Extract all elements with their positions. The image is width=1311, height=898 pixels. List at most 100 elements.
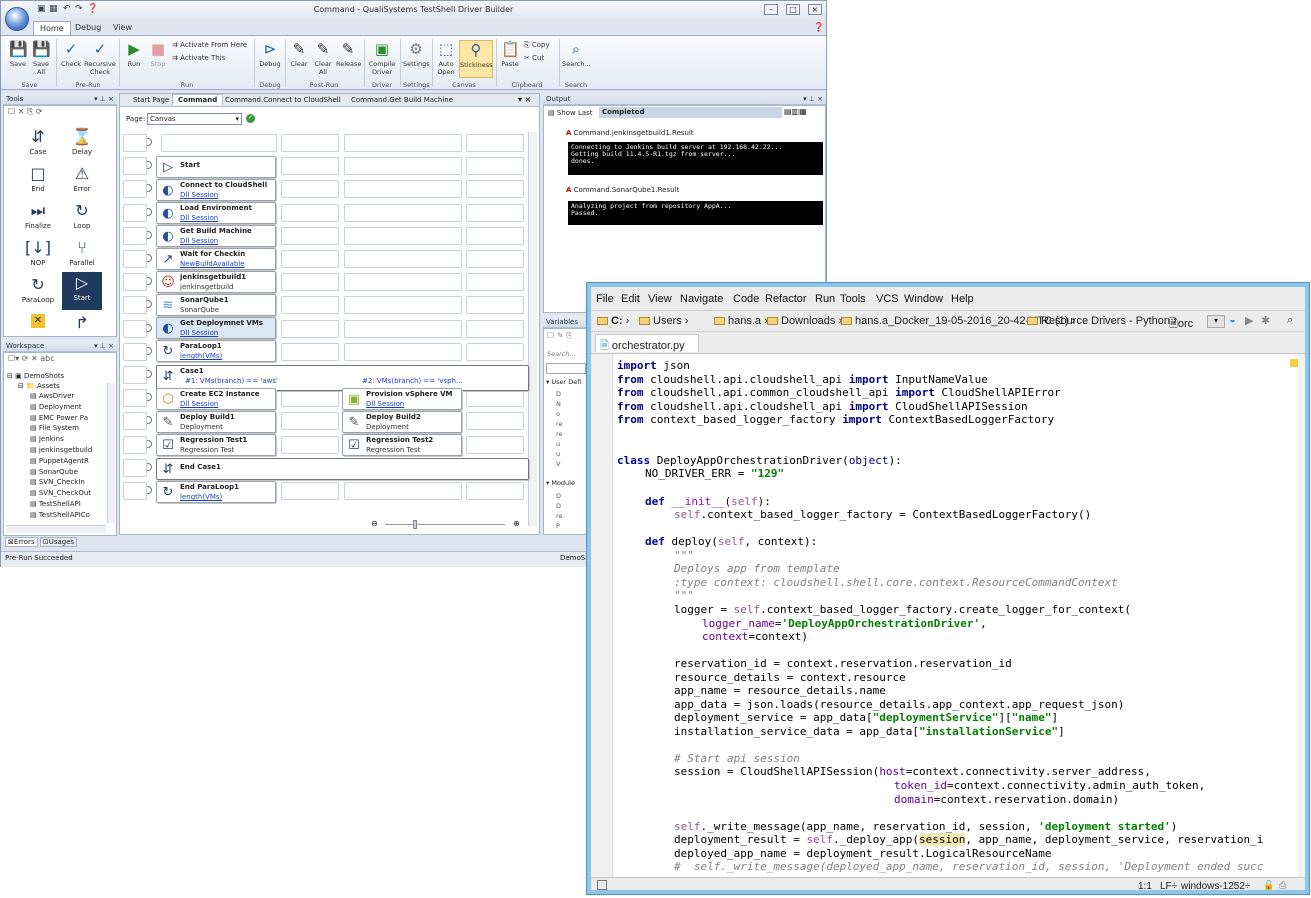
save-button[interactable]: 💾 Save	[7, 40, 29, 68]
canvas-cell[interactable]	[281, 226, 339, 245]
activity-sub[interactable]: length(VMs)	[180, 352, 222, 360]
menu-window[interactable]: Window	[904, 293, 943, 305]
activity-start[interactable]: ▷ Start	[156, 156, 276, 178]
python-icon[interactable]: ◒	[1229, 314, 1236, 326]
canvas-cell[interactable]	[466, 273, 524, 292]
workspace-item[interactable]: ▤ Jenkins	[30, 435, 64, 443]
workspace-item[interactable]: ▤ PuppetAgentR	[30, 457, 89, 465]
canvas-cell[interactable]	[281, 134, 339, 152]
canvas-cell[interactable]	[281, 203, 339, 222]
menu-view[interactable]: View	[648, 293, 672, 305]
canvas-cell[interactable]	[281, 250, 339, 268]
zoom-in-icon[interactable]: ⊕	[513, 519, 520, 528]
canvas-cell[interactable]	[123, 412, 147, 431]
canvas-cell[interactable]	[281, 435, 339, 454]
activity-jenkins[interactable]: ☺ jenkinsgetbuild1 jenkinsgetbuild	[156, 271, 276, 293]
canvas-cell[interactable]	[466, 180, 524, 199]
tree-root[interactable]: ⊟ ▣ DemoShots	[7, 372, 64, 380]
line-separator[interactable]: LF÷	[1160, 881, 1177, 892]
zoom-out-icon[interactable]: ⊖	[371, 519, 378, 528]
activity-sonarqube[interactable]: ≋ SonarQube1 SonarQube	[156, 294, 276, 316]
user-defined-group[interactable]: ▾ User Defi	[546, 378, 581, 386]
compile-driver-button[interactable]: ▣ Compile Driver	[367, 40, 397, 76]
activity-deploy-build2[interactable]: ✎ Deploy Build2 Deployment	[342, 411, 462, 433]
canvas-cell[interactable]	[344, 273, 462, 292]
case-condition-2[interactable]: #2: VMs(branch) == 'vsph...	[362, 377, 463, 385]
menu-edit[interactable]: Edit	[621, 293, 640, 305]
workspace-item[interactable]: ▤ SVN_CheckOut	[30, 489, 91, 497]
canvas-cell[interactable]	[466, 157, 524, 176]
page-select[interactable]: Canvas ▾	[147, 113, 242, 125]
inspection-marker[interactable]	[1290, 359, 1298, 367]
file-encoding[interactable]: windows-1252÷	[1181, 881, 1250, 892]
tool-error[interactable]: ⚠ Error	[62, 163, 102, 193]
case-condition-1[interactable]: #1: VMs(branch) == 'aws'	[185, 377, 278, 385]
activity-deploy-build1[interactable]: ✎ Deploy Build1 Deployment	[156, 411, 276, 433]
maximize-button[interactable]: □	[786, 4, 800, 15]
refresh-icon[interactable]: ✓	[246, 114, 255, 123]
activity-get-deployment-vms[interactable]: ◐ Get Deploymnet VMs Dll Session	[156, 317, 276, 339]
canvas-cell[interactable]	[123, 389, 147, 408]
stickiness-button[interactable]: ⚲ Stickiness	[459, 40, 493, 78]
help-icon[interactable]: ❓	[813, 23, 824, 33]
canvas-cell[interactable]	[344, 342, 462, 361]
cut-button[interactable]: ✂ Cut	[524, 54, 544, 62]
code-editor[interactable]: import json from cloudshell.api.cloudshe…	[591, 353, 1305, 878]
menu-vcs[interactable]: VCS	[876, 293, 899, 305]
canvas-cell[interactable]	[466, 435, 524, 454]
scrollbar[interactable]	[1298, 354, 1305, 878]
tab-home[interactable]: Home	[33, 21, 71, 35]
doc-tab-connect[interactable]: Command.Connect to CloudShell	[220, 95, 346, 105]
tool-end[interactable]: □ End	[18, 163, 58, 193]
canvas-cell[interactable]	[344, 134, 462, 152]
canvas-cell[interactable]	[123, 366, 147, 384]
canvas-cell[interactable]	[344, 296, 462, 315]
clear-button[interactable]: ✎ Clear	[288, 40, 310, 68]
activity-wait-checkin[interactable]: ↗ Wait for Checkin NewBuildAvailable	[156, 248, 276, 270]
activity-sub[interactable]: Dll Session	[180, 329, 218, 337]
tab-errors[interactable]: ⊠Errors	[5, 537, 38, 547]
search-icon[interactable]: ⌕	[1287, 314, 1293, 327]
canvas-cell[interactable]	[281, 180, 339, 199]
editor-tab[interactable]: 🗎 orchestrator.py ×	[595, 334, 699, 368]
pin-icon[interactable]: ▾ ⊥ ×	[94, 342, 114, 350]
output-view-icons[interactable]: ▤▥▦	[784, 107, 807, 116]
zoom-slider[interactable]: ⊖ ⊕	[371, 519, 521, 530]
breadcrumb-orc[interactable]: 🗎orc	[1169, 315, 1193, 334]
canvas-cell[interactable]	[466, 319, 524, 338]
canvas-cell[interactable]	[123, 273, 147, 292]
tool-case[interactable]: ⇵ Case	[18, 126, 58, 156]
canvas-cell[interactable]	[466, 250, 524, 268]
menu-file[interactable]: File	[596, 293, 614, 305]
tool-window-icon[interactable]	[597, 880, 607, 890]
variables-search[interactable]: Search...	[547, 350, 576, 358]
breadcrumb-resource-drivers[interactable]: Resource Drivers - Python ›	[1027, 315, 1177, 327]
close-doc-icon[interactable]: ▾ ×	[518, 95, 531, 104]
activity-sub[interactable]: NewBuildAvailable	[180, 260, 245, 268]
canvas-cell[interactable]	[466, 134, 524, 152]
show-last-button[interactable]: ▤ Show Last	[548, 109, 593, 117]
scrollbar[interactable]	[107, 383, 115, 523]
canvas-cell[interactable]	[466, 296, 524, 315]
printer-icon[interactable]: ⎙	[1279, 880, 1286, 891]
canvas-cell[interactable]	[466, 203, 524, 222]
tool-start[interactable]: ▷ Start	[62, 272, 102, 310]
paste-button[interactable]: 📋 Paste	[499, 40, 521, 68]
save-all-button[interactable]: 💾 Save All	[30, 40, 52, 76]
tool-delay[interactable]: ⌛ Delay	[62, 126, 102, 156]
activity-get-build-machine[interactable]: ◐ Get Build Machine Dll Session	[156, 225, 276, 247]
activate-from-here-button[interactable]: ⇉ Activate From Here	[172, 41, 247, 49]
doc-tab-start-page[interactable]: Start Page	[128, 95, 174, 105]
pin-icon[interactable]: ▾ ⊥ ×	[94, 95, 114, 103]
activity-paraloop[interactable]: ↻ ParaLoop1 length(VMs)	[156, 340, 276, 362]
activity-load-environment[interactable]: ◐ Load Environment Dll Session	[156, 202, 276, 224]
breadcrumb-c[interactable]: C: ›	[597, 315, 629, 327]
stop-button[interactable]: ■ Stop	[147, 40, 169, 68]
canvas-cell[interactable]	[281, 389, 339, 408]
canvas-cell[interactable]	[344, 226, 462, 245]
workspace-item[interactable]: ▤ Deployment	[30, 403, 82, 411]
canvas-cell[interactable]	[344, 250, 462, 268]
debug-button[interactable]: ⊳ Debug	[258, 40, 282, 68]
canvas-cell[interactable]	[123, 180, 147, 199]
workspace-item[interactable]: ▤ jenkinsgetbuild	[30, 446, 92, 454]
